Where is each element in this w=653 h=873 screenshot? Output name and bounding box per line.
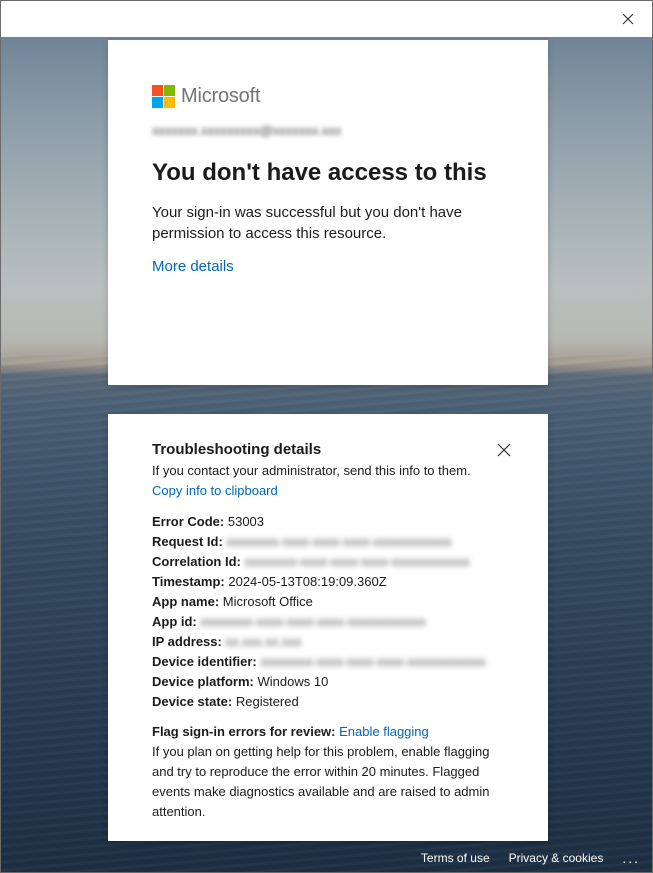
- close-icon: [622, 13, 634, 25]
- detail-value: Microsoft Office: [222, 594, 313, 609]
- detail-row: App name: Microsoft Office: [152, 592, 504, 612]
- detail-label: App id:: [152, 614, 197, 629]
- privacy-cookies-link[interactable]: Privacy & cookies: [509, 851, 604, 865]
- window-close-button[interactable]: [618, 9, 638, 29]
- title-bar: [1, 1, 652, 37]
- detail-row: IP address: xx.xxx.xx.xxx: [152, 632, 504, 652]
- detail-label: Device platform:: [152, 674, 254, 689]
- detail-value: xxxxxxxx-xxxx-xxxx-xxxx-xxxxxxxxxxxx: [260, 654, 486, 669]
- copy-info-link[interactable]: Copy info to clipboard: [152, 482, 278, 500]
- detail-label: Correlation Id:: [152, 554, 241, 569]
- detail-label: Device state:: [152, 694, 233, 709]
- flag-description: If you plan on getting help for this pro…: [152, 744, 490, 819]
- flag-section: Flag sign-in errors for review: Enable f…: [152, 722, 504, 822]
- more-details-link[interactable]: More details: [152, 258, 234, 275]
- more-options-button[interactable]: ...: [622, 850, 640, 866]
- troubleshooting-card: Troubleshooting details If you contact y…: [108, 414, 548, 841]
- detail-row: Timestamp: 2024-05-13T08:19:09.360Z: [152, 572, 504, 592]
- enable-flagging-link[interactable]: Enable flagging: [339, 724, 429, 739]
- detail-value: Windows 10: [257, 674, 329, 689]
- troubleshooting-subtitle: If you contact your administrator, send …: [152, 463, 471, 478]
- detail-row: Device identifier: xxxxxxxx-xxxx-xxxx-xx…: [152, 652, 504, 672]
- detail-label: IP address:: [152, 634, 222, 649]
- troubleshooting-title: Troubleshooting details: [152, 441, 322, 458]
- details-field-list: Error Code: 53003 Request Id: xxxxxxxx-xx…: [152, 512, 504, 712]
- brand-name: Microsoft: [181, 84, 261, 107]
- detail-row: Error Code: 53003: [152, 512, 504, 532]
- microsoft-logo-icon: [152, 84, 175, 108]
- detail-row: Device state: Registered: [152, 692, 504, 712]
- detail-label: Error Code:: [152, 514, 225, 529]
- detail-label: Device identifier:: [152, 654, 257, 669]
- close-icon: [497, 443, 511, 457]
- detail-row: Correlation Id: xxxxxxxx-xxxx-xxxx-xxxx-…: [152, 552, 504, 572]
- flag-label: Flag sign-in errors for review:: [152, 724, 336, 739]
- detail-value: xxxxxxxx-xxxx-xxxx-xxxx-xxxxxxxxxxxx: [244, 554, 470, 569]
- detail-value: xxxxxxxx-xxxx-xxxx-xxxx-xxxxxxxxxxxx: [226, 534, 452, 549]
- signin-card: Microsoft xxxxxxx.xxxxxxxxx@xxxxxxx.xxx …: [108, 40, 548, 385]
- detail-value: Registered: [235, 694, 299, 709]
- detail-label: Request Id:: [152, 534, 223, 549]
- detail-row: Request Id: xxxxxxxx-xxxx-xxxx-xxxx-xxxx…: [152, 532, 504, 552]
- error-message: Your sign-in was successful but you don'…: [152, 204, 462, 242]
- detail-value: xxxxxxxx-xxxx-xxxx-xxxx-xxxxxxxxxxxx: [200, 614, 426, 629]
- detail-row: Device platform: Windows 10: [152, 672, 504, 692]
- troubleshooting-header: Troubleshooting details If you contact y…: [152, 440, 511, 500]
- detail-label: App name:: [152, 594, 220, 609]
- detail-value: 2024-05-13T08:19:09.360Z: [228, 574, 387, 589]
- page-title: You don't have access to this: [152, 159, 487, 186]
- detail-row: App id: xxxxxxxx-xxxx-xxxx-xxxx-xxxxxxxx…: [152, 612, 504, 632]
- detail-value: 53003: [227, 514, 265, 529]
- details-close-button[interactable]: [492, 438, 516, 462]
- browser-window: Microsoft xxxxxxx.xxxxxxxxx@xxxxxxx.xxx …: [0, 0, 653, 873]
- terms-of-use-link[interactable]: Terms of use: [421, 851, 490, 865]
- microsoft-logo: Microsoft: [152, 84, 504, 108]
- detail-label: Timestamp:: [152, 574, 225, 589]
- detail-value: xx.xxx.xx.xxx: [225, 634, 302, 649]
- account-email: xxxxxxx.xxxxxxxxx@xxxxxxx.xxx: [152, 123, 342, 138]
- footer: Terms of use Privacy & cookies ...: [421, 844, 652, 872]
